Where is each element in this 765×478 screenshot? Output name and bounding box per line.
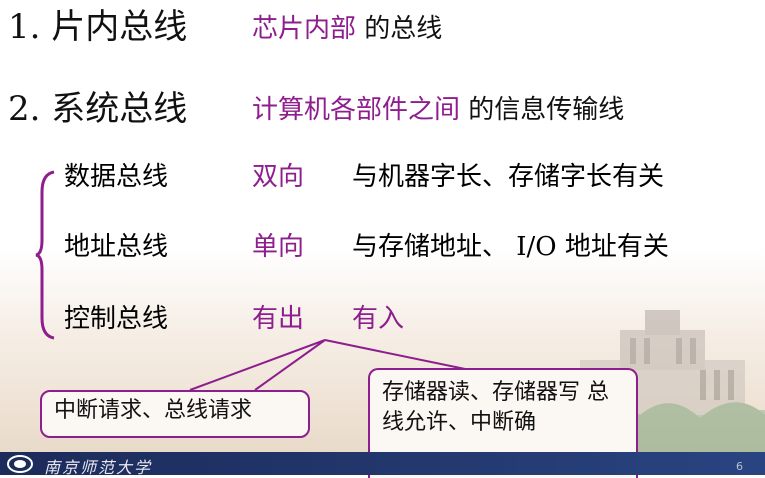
school-name: 南京师范大学 <box>44 458 153 477</box>
callout-out-text: 中断请求、总线请求 <box>54 398 253 423</box>
callout-in-text: 存储器读、存储器写 总线允许、中断确 <box>382 380 609 435</box>
page-number: 6 <box>736 460 743 473</box>
university-logo-icon <box>7 455 33 473</box>
